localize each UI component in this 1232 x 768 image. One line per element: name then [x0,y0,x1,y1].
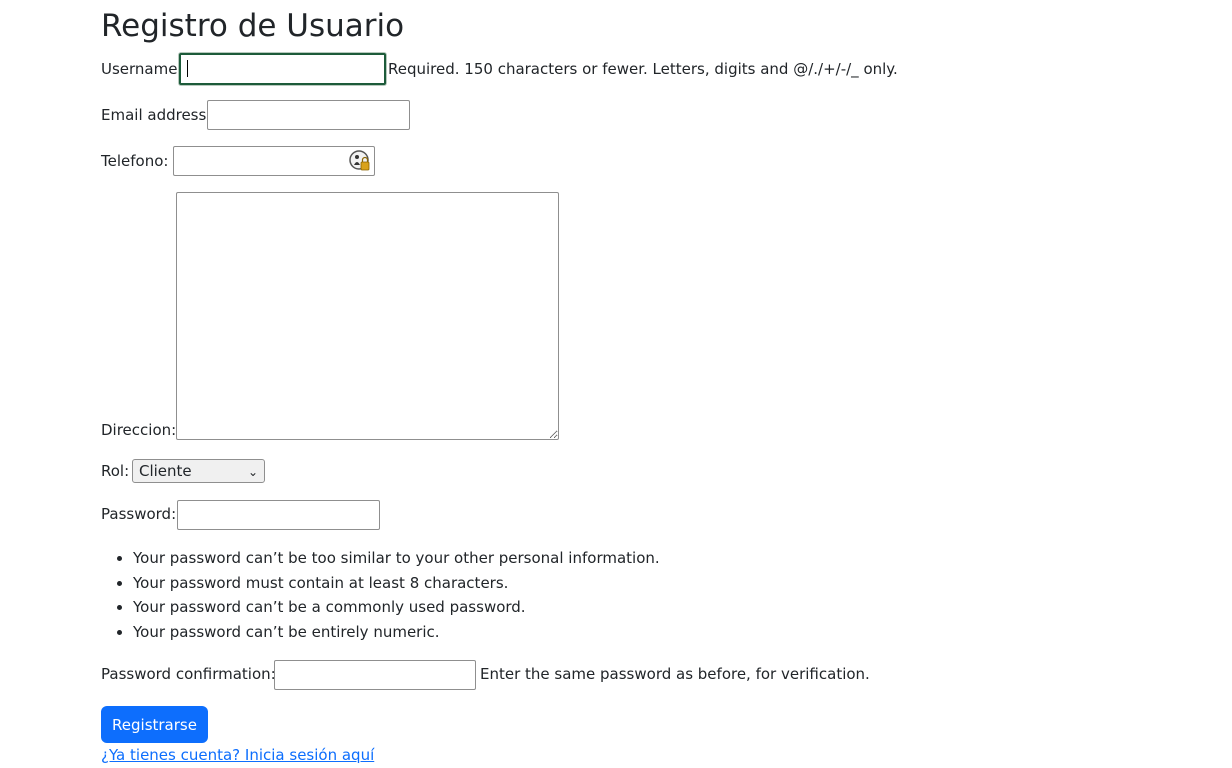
registrarse-button[interactable]: Registrarse [101,706,208,743]
password-confirmation-help-text: Enter the same password as before, for v… [480,665,870,683]
password-confirmation-label: Password confirmation: [101,665,276,683]
password-rules-list: Your password can’t be too similar to yo… [101,546,660,644]
username-label: Username: [101,60,183,78]
direccion-label: Direccion: [101,421,177,439]
password-manager-icon[interactable] [349,150,371,172]
rol-selected-value: Cliente [139,462,192,480]
telefono-label: Telefono: [101,152,169,170]
page-title: Registro de Usuario [101,8,405,44]
password-label: Password: [101,505,177,523]
rol-label: Rol: [101,462,130,480]
telefono-input[interactable] [173,146,375,176]
direccion-textarea[interactable] [176,192,559,440]
password-rule: Your password can’t be entirely numeric. [133,620,660,645]
username-input[interactable] [179,53,386,85]
text-caret [187,60,188,77]
email-input[interactable] [207,100,410,130]
password-input[interactable] [177,500,380,530]
password-rule: Your password can’t be too similar to yo… [133,546,660,571]
password-rule: Your password must contain at least 8 ch… [133,571,660,596]
rol-select[interactable]: Cliente ⌄ [132,459,265,483]
chevron-down-icon: ⌄ [247,465,258,479]
password-rule: Your password can’t be a commonly used p… [133,595,660,620]
password-confirmation-input[interactable] [274,660,476,690]
username-help-text: Required. 150 characters or fewer. Lette… [388,60,898,78]
email-label: Email address: [101,106,212,124]
login-link[interactable]: ¿Ya tienes cuenta? Inicia sesión aquí [101,745,374,765]
